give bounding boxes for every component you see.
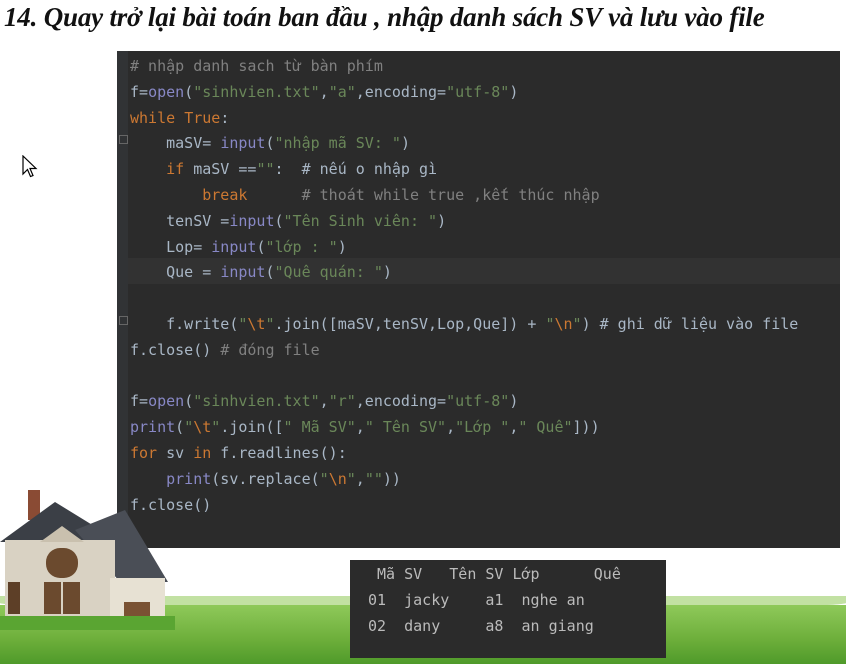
- output-console: Mã SV Tên SV Lớp Quê 01 jacky a1 nghe an…: [350, 560, 666, 658]
- code-line[interactable]: print("\t".join([" Mã SV"," Tên SV","Lớp…: [130, 415, 798, 441]
- console-row: 02 dany a8 an giang: [368, 617, 594, 635]
- code-content[interactable]: # nhập danh sach từ bàn phím f=open("sinh…: [130, 54, 798, 518]
- editor-gutter: [117, 51, 128, 548]
- mouse-pointer-icon: [22, 155, 38, 178]
- slide-title: 14. Quay trở lại bài toán ban đầu , nhập…: [4, 2, 765, 32]
- fold-marker-icon[interactable]: [119, 316, 128, 325]
- code-line[interactable]: f.write("\t".join([maSV,tenSV,Lop,Que]) …: [130, 312, 798, 338]
- code-line[interactable]: if maSV =="": # nếu o nhập gì: [130, 157, 798, 183]
- code-line[interactable]: Lop= input("lớp : "): [130, 235, 798, 261]
- code-line[interactable]: f.close(): [130, 493, 798, 519]
- code-line[interactable]: Que = input("Quê quán: "): [130, 260, 798, 286]
- code-line[interactable]: [130, 286, 798, 312]
- code-line[interactable]: while True:: [130, 106, 798, 132]
- code-line[interactable]: [130, 364, 798, 390]
- console-row: 01 jacky a1 nghe an: [368, 591, 585, 609]
- code-line[interactable]: f=open("sinhvien.txt","r",encoding="utf-…: [130, 389, 798, 415]
- code-line[interactable]: f.close() # đóng file: [130, 338, 798, 364]
- code-line[interactable]: for sv in f.readlines():: [130, 441, 798, 467]
- code-editor[interactable]: # nhập danh sach từ bàn phím f=open("sinh…: [117, 51, 840, 548]
- code-line[interactable]: # nhập danh sach từ bàn phím: [130, 54, 798, 80]
- console-header: Mã SV Tên SV Lớp Quê: [368, 565, 621, 583]
- code-line[interactable]: f=open("sinhvien.txt","a",encoding="utf-…: [130, 80, 798, 106]
- code-line[interactable]: tenSV =input("Tên Sinh viên: "): [130, 209, 798, 235]
- house-illustration: [0, 490, 175, 630]
- fold-marker-icon[interactable]: [119, 135, 128, 144]
- code-line[interactable]: break # thoát while true ,kết thúc nhập: [130, 183, 798, 209]
- code-line[interactable]: print(sv.replace("\n","")): [130, 467, 798, 493]
- code-line[interactable]: maSV= input("nhập mã SV: "): [130, 131, 798, 157]
